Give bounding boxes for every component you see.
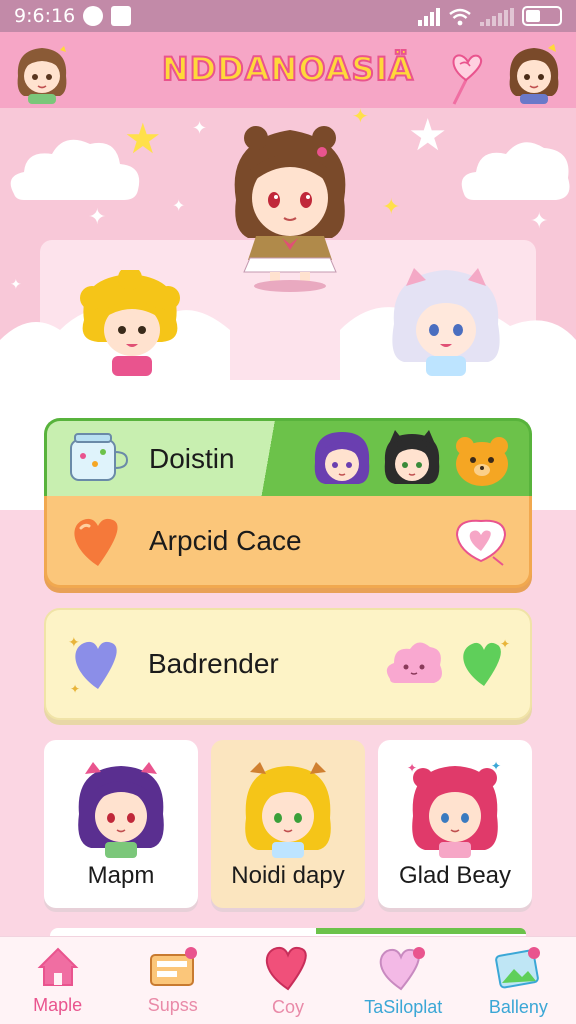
bear-avatar <box>456 436 508 486</box>
main-character[interactable] <box>222 120 358 292</box>
app-header: NDDANOASIÄ <box>0 32 576 108</box>
signal-secondary-icon <box>480 8 514 26</box>
star-icon: ★ <box>408 111 448 160</box>
lollipop-heart-icon[interactable] <box>446 50 486 106</box>
star-icon: ✦ <box>530 208 549 233</box>
green-heart-icon: ✦ <box>463 637 510 686</box>
character-tile-mapm[interactable]: Mapm <box>44 740 198 908</box>
bottom-navigation: Maple Supss Coy TaSiloplat Balleny <box>0 936 576 1024</box>
featured-characters <box>311 428 513 490</box>
heart-icon <box>265 946 307 991</box>
nav-label: Coy <box>272 997 305 1017</box>
svg-text:✦: ✦ <box>70 682 80 696</box>
menu-item-label: Arpcid Cace <box>149 524 302 556</box>
svg-text:✦: ✦ <box>68 634 80 650</box>
svg-text:✦: ✦ <box>491 759 501 773</box>
star-icon: ★ <box>124 115 162 162</box>
nav-label: Maple <box>33 995 83 1015</box>
wifi-icon <box>449 8 471 26</box>
heart-icon <box>74 518 118 566</box>
menu-item-label: Badrender <box>148 648 279 679</box>
heart-badge-icon <box>379 947 426 991</box>
star-icon: ✦ <box>192 118 208 138</box>
ticket-icon <box>149 947 197 986</box>
status-bar: 9:6:16 <box>0 0 576 32</box>
battery-icon <box>522 6 562 26</box>
home-icon <box>37 947 79 986</box>
signal-icon <box>418 8 440 26</box>
alarm-icon <box>83 6 104 26</box>
nav-item-maple[interactable]: Maple <box>0 937 115 1024</box>
nav-item-supss[interactable]: Supss <box>115 937 230 1024</box>
menu-item-label: Doistin <box>149 442 235 474</box>
image-icon <box>111 6 132 26</box>
menu-item-arpcid-cace[interactable]: Arpcid Cace <box>44 496 532 588</box>
character-portrait: ✦ ✦ <box>407 759 501 858</box>
badrender-decorations: ✦ <box>382 636 512 692</box>
gallery-icon <box>495 947 541 989</box>
status-time: 9:6:16 <box>14 5 76 27</box>
star-icon: ✦ <box>88 204 107 229</box>
nav-item-tasiloplat[interactable]: TaSiloplat <box>346 937 461 1024</box>
app-title: NDDANOASIÄ <box>161 49 415 89</box>
nav-label: Balleny <box>488 997 548 1017</box>
silver-character[interactable] <box>388 264 506 376</box>
svg-text:✦: ✦ <box>500 637 510 651</box>
pink-cloud-icon <box>386 642 442 683</box>
star-icon: ✦ <box>382 194 401 219</box>
character-name: Mapm <box>87 862 155 889</box>
nav-item-balleny[interactable]: Balleny <box>461 937 576 1024</box>
character-name: Glad Beay <box>398 862 512 889</box>
character-portrait <box>245 762 331 858</box>
nav-label: Supss <box>147 995 198 1015</box>
cloud-decoration <box>461 142 570 200</box>
profile-avatar-right[interactable] <box>504 42 564 104</box>
svg-text:✦: ✦ <box>407 761 417 775</box>
blonde-character[interactable] <box>78 270 182 376</box>
character-name: Noidi dapy <box>231 862 345 889</box>
purple-heart-icon: ✦ ✦ <box>68 634 117 696</box>
menu-item-doistin[interactable]: Doistin <box>44 418 532 496</box>
pot-icon <box>70 432 129 481</box>
heart-bubble-icon <box>455 519 507 566</box>
nav-label: TaSiloplat <box>364 997 443 1017</box>
character-tile-glad-beay[interactable]: ✦ ✦ Glad Beay <box>378 740 532 908</box>
purple-hair-avatar <box>314 431 370 484</box>
character-tile-noidi-dapy[interactable]: Noidi dapy <box>211 740 365 908</box>
nav-item-coy[interactable]: Coy <box>230 937 345 1024</box>
cat-girl-avatar <box>384 429 440 484</box>
menu-item-badrender[interactable]: ✦ ✦ Badrender ✦ <box>44 608 532 720</box>
star-icon: ✦ <box>172 198 186 215</box>
character-portrait <box>78 762 164 858</box>
